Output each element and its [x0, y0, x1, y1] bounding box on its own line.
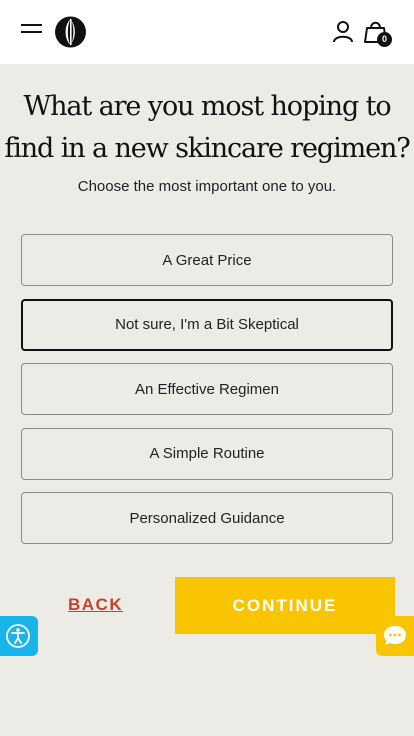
- answer-option-label: Not sure, I'm a Bit Skeptical: [115, 316, 299, 333]
- chat-bubble-icon: [384, 626, 406, 645]
- answer-option-label: A Simple Routine: [149, 445, 265, 462]
- accessibility-icon: [6, 624, 30, 648]
- user-icon[interactable]: [332, 20, 354, 44]
- back-button[interactable]: BACK: [68, 595, 130, 617]
- answer-option-label: Personalized Guidance: [129, 509, 285, 527]
- cart-count-badge: 0: [377, 32, 392, 47]
- answer-option-effective-regimen[interactable]: An Effective Regimen: [21, 363, 393, 415]
- answer-option-label: A Great Price: [162, 251, 252, 269]
- chat-widget-button[interactable]: [376, 616, 414, 656]
- answer-option-great-price[interactable]: A Great Price: [21, 234, 393, 286]
- continue-button[interactable]: CONTINUE: [175, 577, 395, 634]
- quiz-question-line-2: find in a new skincare regimen?: [4, 133, 410, 164]
- answer-options: A Great Price Not sure, I'm a Bit Skepti…: [21, 234, 393, 557]
- hamburger-menu-icon[interactable]: [21, 24, 42, 40]
- answer-option-simple-routine[interactable]: A Simple Routine: [21, 427, 393, 480]
- answer-option-skeptical[interactable]: Not sure, I'm a Bit Skeptical: [21, 298, 393, 351]
- site-header: 0: [0, 0, 414, 64]
- answer-option-label: An Effective Regimen: [135, 380, 279, 398]
- quiz-question: What are you most hoping to find in a ne…: [0, 86, 414, 170]
- answer-option-personalized-guidance[interactable]: Personalized Guidance: [21, 492, 393, 544]
- quiz-subtitle: Choose the most important one to you.: [77, 178, 337, 195]
- quiz-question-line-1: What are you most hoping to: [23, 91, 391, 122]
- brand-logo-icon[interactable]: [54, 15, 87, 49]
- accessibility-widget-button[interactable]: [0, 616, 38, 656]
- cart-button[interactable]: 0: [364, 20, 394, 48]
